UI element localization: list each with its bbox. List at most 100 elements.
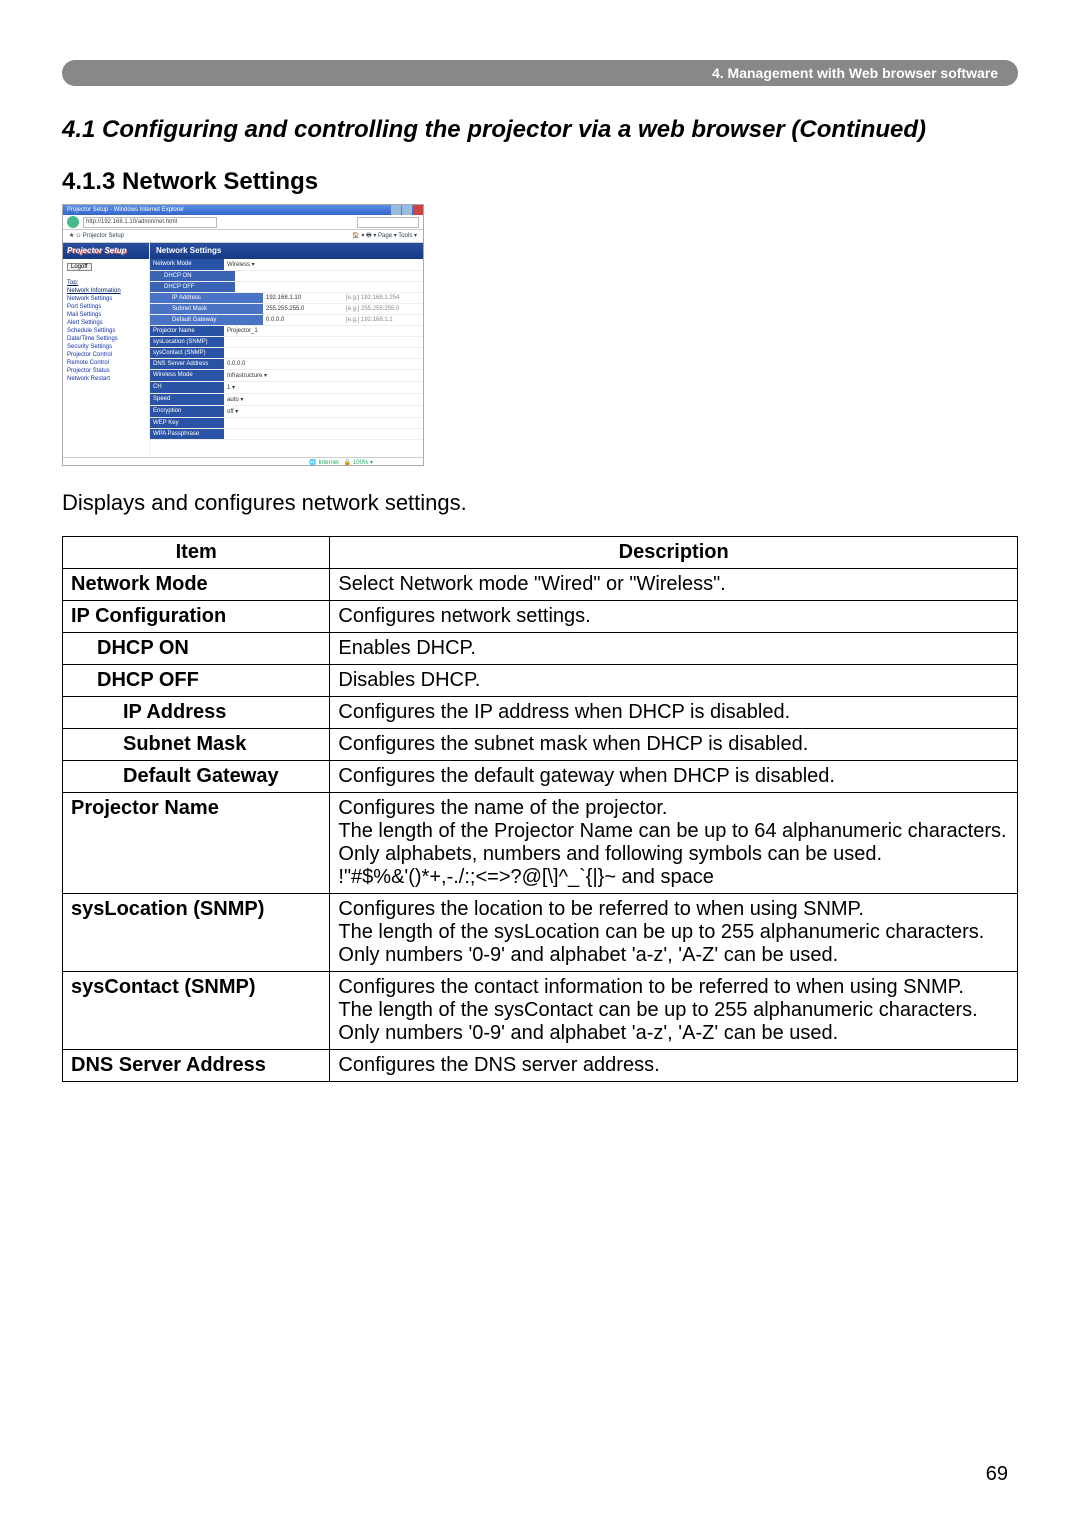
settings-row-label: DHCP ON (150, 271, 235, 281)
settings-row-label: IP Address (150, 293, 263, 303)
description-cell: Configures the DNS server address. (330, 1050, 1018, 1082)
main-panel: Network Settings Network ModeWireless ▾D… (150, 243, 423, 457)
sidebar-item: Security Settings (67, 343, 149, 351)
settings-row: DNS Server Address0.0.0.0 (150, 359, 423, 370)
description-cell: Configures the subnet mask when DHCP is … (330, 729, 1018, 761)
address-bar: http://192.168.1.10/admin/net.html (63, 215, 423, 230)
settings-row-value (224, 418, 423, 428)
sidebar: Projector Setup Logoff Top:Network Infor… (63, 243, 150, 457)
sidebar-item: Remote Control (67, 359, 149, 367)
settings-row: Default Gateway0.0.0.0[e.g.] 192.168.1.1 (150, 315, 423, 326)
settings-row-label: sysLocation (SNMP) (150, 337, 224, 347)
sidebar-item: Projector Control (67, 351, 149, 359)
settings-row: Encryptionoff ▾ (150, 406, 423, 418)
settings-row-value (224, 429, 423, 439)
section-title-continued: 4.1 Configuring and controlling the proj… (62, 116, 1018, 144)
status-bar: 🌐 Internet 🔒 100% ▾ (63, 457, 423, 468)
description-cell: Configures the IP address when DHCP is d… (330, 697, 1018, 729)
item-cell: IP Address (63, 697, 330, 729)
settings-row: Network ModeWireless ▾ (150, 259, 423, 271)
settings-row: IP Address192.168.1.10[e.g.] 192.168.1.2… (150, 293, 423, 304)
item-cell: sysLocation (SNMP) (63, 894, 330, 972)
settings-row-value: Infrastructure ▾ (224, 370, 423, 381)
settings-row-value (224, 337, 423, 347)
item-cell: DHCP OFF (63, 665, 330, 697)
description-cell: Configures the contact information to be… (330, 972, 1018, 1050)
description-cell: Disables DHCP. (330, 665, 1018, 697)
settings-row-value (235, 271, 423, 281)
sidebar-item: Projector Status (67, 367, 149, 375)
col-header-description: Description (330, 537, 1018, 569)
table-row: Default GatewayConfigures the default ga… (63, 761, 1018, 793)
settings-row-label: Wireless Mode (150, 370, 224, 381)
settings-row: Subnet Mask255.255.255.0[e.g.] 255.255.2… (150, 304, 423, 315)
item-cell: DHCP ON (63, 633, 330, 665)
embedded-screenshot: Projector Setup - Windows Internet Explo… (62, 204, 424, 466)
table-row: Projector NameConfigures the name of the… (63, 793, 1018, 894)
item-cell: Subnet Mask (63, 729, 330, 761)
table-row: IP AddressConfigures the IP address when… (63, 697, 1018, 729)
settings-row: DHCP OFF (150, 282, 423, 293)
table-row: sysContact (SNMP)Configures the contact … (63, 972, 1018, 1050)
settings-row: CH1 ▾ (150, 382, 423, 394)
search-field (357, 217, 419, 228)
window-titlebar: Projector Setup - Windows Internet Explo… (63, 205, 423, 215)
item-cell: Default Gateway (63, 761, 330, 793)
settings-row-value: 1 ▾ (224, 382, 423, 393)
settings-row-value: Projector_1 (224, 326, 423, 336)
status-bar-text: Internet (318, 460, 338, 466)
settings-row-label: Speed (150, 394, 224, 405)
settings-row-label: DHCP OFF (150, 282, 235, 292)
item-cell: DNS Server Address (63, 1050, 330, 1082)
description-cell: Enables DHCP. (330, 633, 1018, 665)
table-row: DNS Server AddressConfigures the DNS ser… (63, 1050, 1018, 1082)
settings-row-value: 192.168.1.10[e.g.] 192.168.1.254 (263, 293, 423, 303)
url-field: http://192.168.1.10/admin/net.html (83, 217, 217, 228)
settings-row-value (224, 348, 423, 358)
fav-toolbar: ★ ✩ Projector Setup 🏠 ▾ 🖶 ▾ Page ▾ Tools… (63, 230, 423, 243)
settings-row-value: off ▾ (224, 406, 423, 417)
intro-text: Displays and configures network settings… (62, 490, 1018, 516)
sidebar-item: Schedule Settings (67, 327, 149, 335)
logoff-button: Logoff (67, 263, 92, 271)
chapter-tab: 4. Management with Web browser software (62, 60, 1018, 86)
settings-row: DHCP ON (150, 271, 423, 282)
window-title: Projector Setup - Windows Internet Explo… (67, 207, 184, 213)
panel-title: Network Settings (150, 243, 423, 259)
description-cell: Configures the default gateway when DHCP… (330, 761, 1018, 793)
settings-row: Projector NameProjector_1 (150, 326, 423, 337)
table-row: IP ConfigurationConfigures network setti… (63, 601, 1018, 633)
table-row: DHCP OFFDisables DHCP. (63, 665, 1018, 697)
settings-row-label: Projector Name (150, 326, 224, 336)
table-row: Network ModeSelect Network mode "Wired" … (63, 569, 1018, 601)
sidebar-item: Network Settings (67, 295, 149, 303)
description-cell: Configures network settings. (330, 601, 1018, 633)
settings-row-label: WEP Key (150, 418, 224, 428)
settings-row-value (235, 282, 423, 292)
settings-row: WPA Passphrase (150, 429, 423, 440)
chapter-tab-label: 4. Management with Web browser software (712, 60, 998, 86)
settings-row-value: 255.255.255.0[e.g.] 255.255.255.0 (263, 304, 423, 314)
settings-row-value: auto ▾ (224, 394, 423, 405)
sidebar-item: Date/Time Settings (67, 335, 149, 343)
settings-row-label: CH (150, 382, 224, 393)
settings-row-label: Default Gateway (150, 315, 263, 325)
settings-row: WEP Key (150, 418, 423, 429)
item-cell: sysContact (SNMP) (63, 972, 330, 1050)
item-cell: Projector Name (63, 793, 330, 894)
table-row: sysLocation (SNMP)Configures the locatio… (63, 894, 1018, 972)
window-controls (390, 205, 423, 215)
maximize-icon (402, 205, 412, 215)
sidebar-item: Alert Settings (67, 319, 149, 327)
settings-row-label: WPA Passphrase (150, 429, 224, 439)
fav-label: Projector Setup (83, 233, 124, 239)
sidebar-item: Top: (67, 279, 149, 287)
col-header-item: Item (63, 537, 330, 569)
back-icon (67, 216, 79, 228)
close-icon (413, 205, 423, 215)
item-cell: IP Configuration (63, 601, 330, 633)
settings-row-label: Network Mode (150, 259, 224, 270)
settings-row: Speedauto ▾ (150, 394, 423, 406)
settings-row-value: 0.0.0.0 (224, 359, 423, 369)
description-cell: Configures the name of the projector. Th… (330, 793, 1018, 894)
